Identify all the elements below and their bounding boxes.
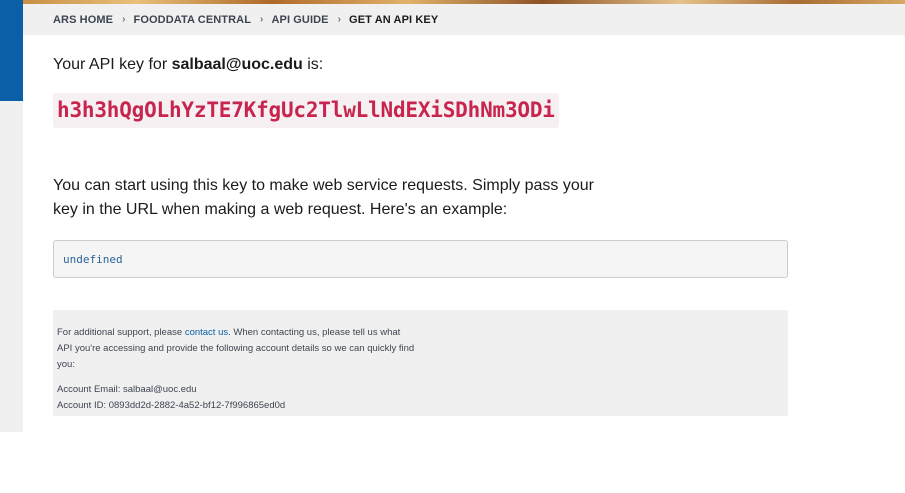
api-key-intro-suffix: is: xyxy=(302,56,324,73)
page: ARS HOME › FOODDATA CENTRAL › API GUIDE … xyxy=(0,0,905,493)
api-key-intro: Your API key for salbaal@uoc.edu is: xyxy=(53,55,793,75)
breadcrumb-current-page: GET AN API KEY xyxy=(349,13,439,26)
support-text-start: For additional support, please xyxy=(57,327,185,338)
main-content: Your API key for salbaal@uoc.edu is: h3h… xyxy=(53,35,793,416)
api-key-intro-prefix: Your API key for xyxy=(53,56,172,73)
account-details: Account Email: salbaal@uoc.edu Account I… xyxy=(57,382,788,414)
example-request-box[interactable]: undefined xyxy=(53,240,788,278)
usage-instructions: You can start using this key to make web… xyxy=(53,177,594,218)
support-panel: For additional support, please contact u… xyxy=(53,310,788,416)
support-text: For additional support, please contact u… xyxy=(57,325,417,373)
account-id-line: Account ID: 0893dd2d-2882-4a52-bf12-7f99… xyxy=(57,400,286,411)
breadcrumb-api-guide[interactable]: API GUIDE xyxy=(271,14,328,26)
example-request-code: undefined xyxy=(63,252,123,266)
account-email: salbaal@uoc.edu xyxy=(171,56,303,73)
chevron-right-icon: › xyxy=(122,14,126,25)
breadcrumb-fooddata-central[interactable]: FOODDATA CENTRAL xyxy=(134,14,252,26)
contact-us-link[interactable]: contact us xyxy=(185,327,228,338)
api-key-value[interactable]: h3h3hQgOLhYzTE7KfgUc2TlwLlNdEXiSDhNm3ODi xyxy=(53,93,559,128)
chevron-right-icon: › xyxy=(260,14,264,25)
breadcrumb-ars-home[interactable]: ARS HOME xyxy=(53,14,113,26)
account-email-line: Account Email: salbaal@uoc.edu xyxy=(57,384,197,395)
left-accent-bar xyxy=(0,0,23,101)
chevron-right-icon: › xyxy=(337,14,342,25)
breadcrumb: ARS HOME › FOODDATA CENTRAL › API GUIDE … xyxy=(23,4,905,35)
